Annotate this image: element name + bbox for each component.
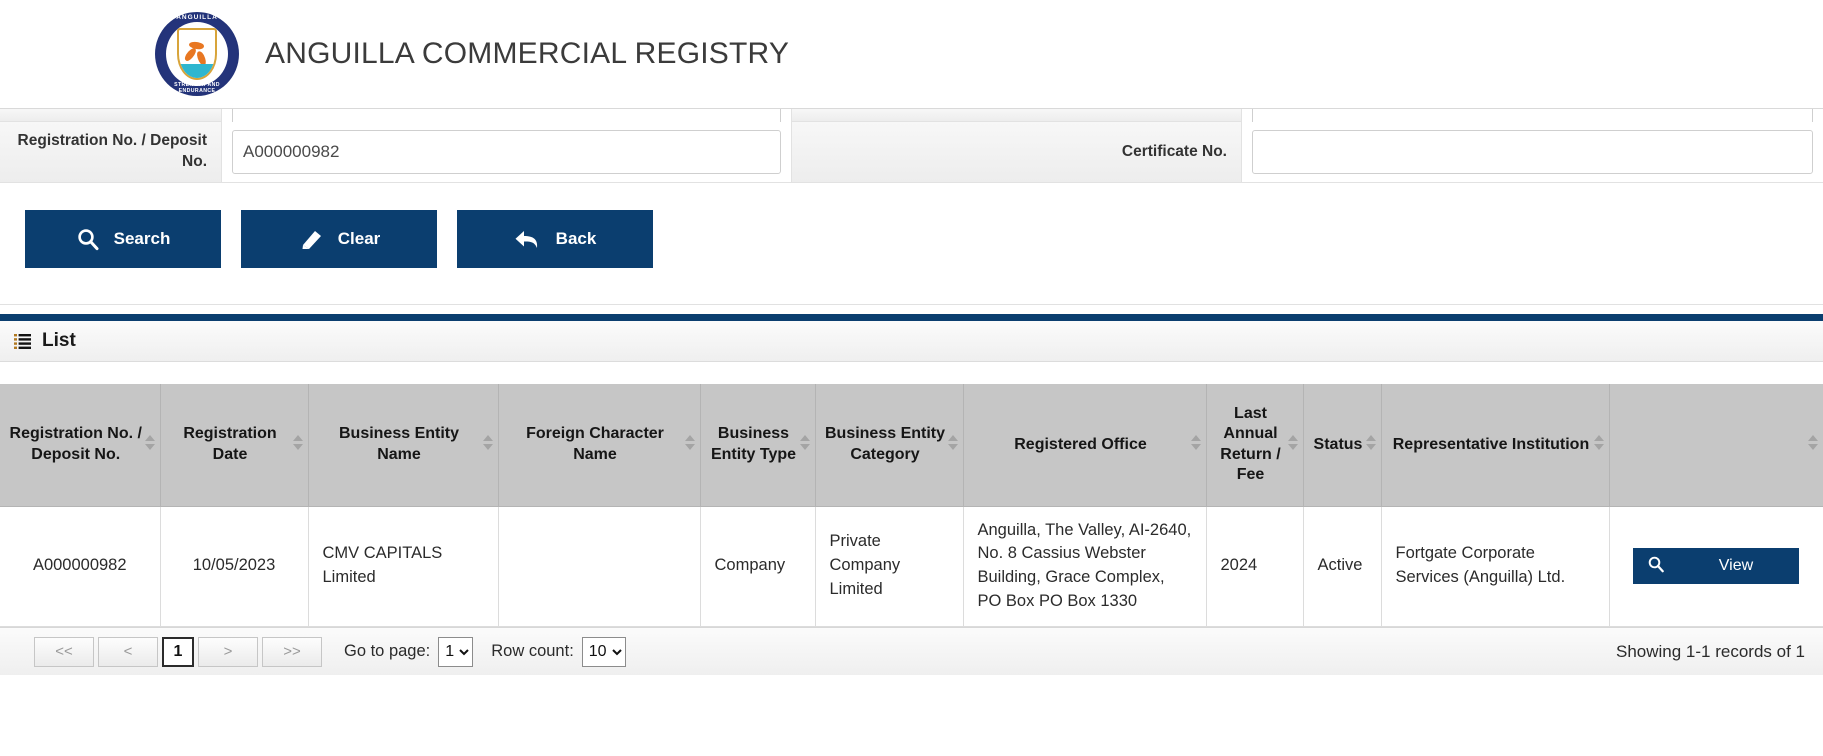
cell-representative-institution: Fortgate Corporate Services (Anguilla) L… (1381, 506, 1610, 628)
cell-business-entity-category: Private Company Limited (815, 506, 964, 628)
col-registered-office[interactable]: Registered Office (963, 384, 1207, 507)
certificate-no-cell (1242, 122, 1823, 183)
view-button-label: View (1718, 557, 1754, 575)
col-business-entity-name-label: Business Entity Name (338, 425, 460, 463)
col-registration-date-label: Registration Date (183, 425, 277, 463)
col-registration-no[interactable]: Registration No. / Deposit No. (0, 384, 161, 507)
clipped-label-left (0, 109, 222, 122)
view-button[interactable]: View (1633, 548, 1799, 585)
col-representative-institution[interactable]: Representative Institution (1381, 384, 1610, 507)
cell-registration-date: 10/05/2023 (160, 506, 309, 628)
search-form: Registration No. / Deposit No. Certifica… (0, 108, 1823, 305)
sort-arrows-icon[interactable] (1593, 434, 1604, 455)
list-panel-title: List (42, 330, 76, 351)
results-table-wrapper: Registration No. / Deposit No. Registrat… (0, 384, 1823, 628)
cell-status: Active (1303, 506, 1382, 628)
search-form-row: Registration No. / Deposit No. Certifica… (0, 122, 1823, 183)
col-foreign-character-name[interactable]: Foreign Character Name (498, 384, 701, 507)
sort-arrows-icon[interactable] (684, 434, 695, 455)
current-page-indicator: 1 (162, 636, 194, 667)
search-button-label: Search (113, 229, 171, 248)
registration-no-cell (222, 122, 792, 183)
clipped-input-right[interactable] (1252, 109, 1813, 122)
sort-arrows-icon[interactable] (144, 434, 155, 455)
anguilla-coat-of-arms-icon: ANGUILLA STRENGTH AND ENDURANCE (155, 12, 239, 96)
cell-business-entity-type: Company (700, 506, 816, 628)
back-arrow-icon (514, 227, 542, 251)
list-panel-accent-bar (0, 314, 1823, 321)
clipped-label-right (792, 109, 1242, 122)
clear-button[interactable]: Clear (241, 210, 437, 268)
table-header-row: Registration No. / Deposit No. Registrat… (0, 384, 1823, 507)
cell-foreign-character-name (498, 506, 701, 628)
form-action-bar: Search Clear Back (0, 183, 1823, 300)
search-button[interactable]: Search (25, 210, 221, 268)
col-last-annual-return-fee[interactable]: Last Annual Return / Fee (1206, 384, 1304, 507)
col-status[interactable]: Status (1303, 384, 1382, 507)
col-representative-institution-label: Representative Institution (1392, 435, 1590, 453)
sort-arrows-icon[interactable] (947, 434, 958, 455)
col-registration-date[interactable]: Registration Date (160, 384, 309, 507)
row-count-label: Row count: (491, 642, 574, 661)
search-icon (1647, 555, 1665, 578)
certificate-no-label: Certificate No. (792, 122, 1242, 183)
sort-arrows-icon[interactable] (1365, 434, 1376, 455)
cell-actions: View (1609, 506, 1823, 628)
cell-registration-no: A000000982 (0, 506, 161, 628)
page-root: ANGUILLA STRENGTH AND ENDURANCE ANGUILLA… (0, 0, 1823, 756)
table-row[interactable]: A000000982 10/05/2023 CMV CAPITALS Limit… (0, 506, 1823, 628)
search-form-row-clipped (0, 109, 1823, 122)
clipped-input-left-cell (222, 109, 792, 122)
eraser-icon (298, 227, 324, 251)
last-page-button[interactable]: >> (262, 636, 322, 667)
sort-arrows-icon[interactable] (1287, 434, 1298, 455)
search-icon (76, 227, 100, 251)
goto-page-label: Go to page: (344, 642, 431, 661)
col-business-entity-type-label: Business Entity Type (710, 425, 797, 463)
registration-no-label: Registration No. / Deposit No. (0, 122, 222, 183)
goto-page-select[interactable]: 1 (438, 636, 474, 667)
crest-top-text: ANGUILLA (176, 14, 218, 21)
col-foreign-character-name-label: Foreign Character Name (526, 425, 664, 463)
sort-arrows-icon[interactable] (799, 434, 810, 455)
col-registration-no-label: Registration No. / Deposit No. (9, 425, 142, 463)
sort-arrows-icon[interactable] (1190, 434, 1201, 455)
results-table: Registration No. / Deposit No. Registrat… (0, 384, 1823, 628)
col-business-entity-name[interactable]: Business Entity Name (308, 384, 499, 507)
next-page-button[interactable]: > (198, 636, 258, 667)
page-title: ANGUILLA COMMERCIAL REGISTRY (265, 37, 790, 70)
back-button[interactable]: Back (457, 210, 653, 268)
cell-business-entity-name: CMV CAPITALS Limited (308, 506, 499, 628)
registration-no-input[interactable] (232, 130, 781, 174)
clipped-input-left[interactable] (232, 109, 781, 122)
records-count-text: Showing 1-1 records of 1 (1616, 641, 1805, 661)
row-count-select[interactable]: 10 (581, 636, 626, 667)
list-panel-header: List (0, 321, 1823, 362)
col-business-entity-type[interactable]: Business Entity Type (700, 384, 816, 507)
col-actions (1609, 384, 1823, 507)
sort-arrows-icon[interactable] (292, 434, 303, 455)
sort-arrows-icon[interactable] (1808, 434, 1818, 455)
back-button-label: Back (555, 229, 597, 248)
col-business-entity-category-label: Business Entity Category (824, 425, 946, 463)
certificate-no-input[interactable] (1252, 130, 1813, 174)
sort-arrows-icon[interactable] (482, 434, 493, 455)
first-page-button[interactable]: << (34, 636, 94, 667)
cell-registered-office: Anguilla, The Valley, AI-2640, No. 8 Cas… (963, 506, 1207, 628)
clear-button-label: Clear (337, 229, 381, 248)
section-divider (0, 304, 1823, 305)
pagination-bar: << < 1 > >> Go to page: 1 Row count: 10 … (0, 627, 1823, 676)
col-last-annual-return-fee-label: Last Annual Return / Fee (1220, 404, 1281, 484)
prev-page-button[interactable]: < (98, 636, 158, 667)
site-header: ANGUILLA STRENGTH AND ENDURANCE ANGUILLA… (0, 0, 1823, 108)
col-registered-office-label: Registered Office (1014, 435, 1147, 453)
cell-last-annual-return-fee: 2024 (1206, 506, 1304, 628)
col-business-entity-category[interactable]: Business Entity Category (815, 384, 964, 507)
col-status-label: Status (1313, 435, 1363, 453)
clipped-input-right-cell (1242, 109, 1823, 122)
list-icon (14, 333, 31, 349)
